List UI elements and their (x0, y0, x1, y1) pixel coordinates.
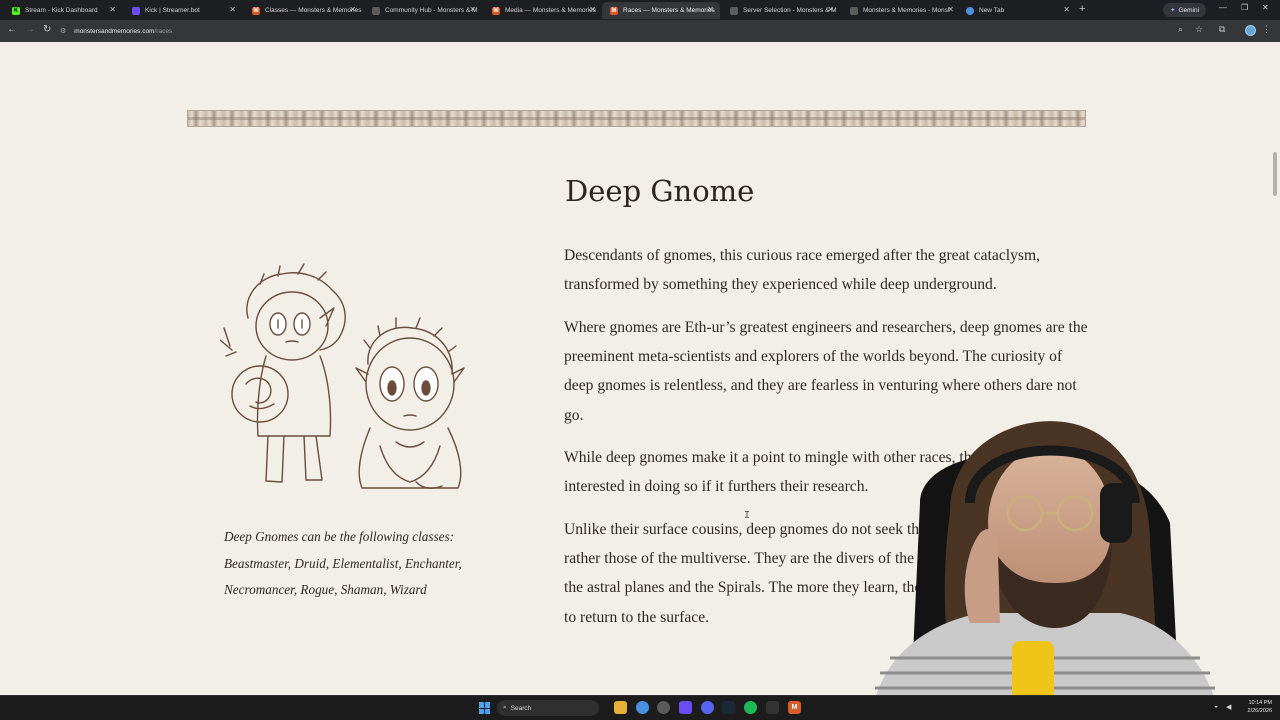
back-icon[interactable]: ← (7, 24, 17, 35)
tab-label: Monsters & Memories - Monst (863, 7, 950, 14)
mnm-icon: M (492, 6, 500, 15)
volume-icon[interactable]: ◀ (1226, 703, 1231, 711)
obs-icon[interactable] (657, 701, 670, 714)
tab-label: Community Hub - Monsters & M (385, 7, 478, 14)
search-icon: ⌕ (503, 704, 507, 711)
extensions-icon[interactable]: ⧉ (1219, 24, 1225, 35)
kick-icon: K (12, 6, 20, 15)
close-icon[interactable]: ✕ (1063, 5, 1070, 14)
restore-icon[interactable]: ❐ (1241, 3, 1248, 12)
clock-time: 10:14 PM (1248, 700, 1272, 706)
close-icon[interactable]: ✕ (827, 5, 834, 14)
tab-kick-dashboard[interactable]: K Stream - Kick Dashboard ✕ (4, 2, 122, 19)
chrome-icon (966, 6, 974, 15)
system-clock[interactable]: 10:14 PM 2/26/2026 (1240, 700, 1272, 715)
race-title: Deep Gnome (565, 174, 755, 208)
page-icon (372, 6, 380, 15)
race-paragraph: Descendants of gnomes, this curious race… (564, 247, 1040, 294)
mnm-icon[interactable]: M (788, 701, 801, 714)
reload-icon[interactable]: ↻ (43, 24, 51, 35)
close-icon[interactable]: ✕ (707, 5, 714, 14)
close-icon[interactable]: ✕ (349, 5, 356, 14)
site-info-icon[interactable]: ⚙ (60, 27, 66, 35)
chrome-icon[interactable] (636, 701, 649, 714)
taskbar-search[interactable]: ⌕ Search (497, 700, 599, 716)
file-explorer-icon[interactable] (614, 701, 627, 714)
sparkle-icon: ✦ (1170, 7, 1176, 14)
address-bar[interactable]: ⚙ monstersandmemories.com/races (60, 23, 1160, 39)
tab-label: Classes — Monsters & Memories (265, 7, 362, 14)
tab-label: Kick | Streamer.bot (145, 7, 200, 14)
gemini-label: Gemini (1178, 6, 1200, 14)
close-icon[interactable]: ✕ (947, 5, 954, 14)
network-icon[interactable]: ◒ (1214, 703, 1218, 710)
close-icon[interactable]: ✕ (229, 5, 236, 14)
mnm-icon: M (610, 6, 618, 15)
page-icon (730, 6, 738, 15)
start-icon[interactable] (479, 702, 491, 714)
deep-gnome-illustration (220, 263, 465, 489)
tab-label: Media — Monsters & Memories (505, 7, 597, 14)
browser-tab-strip: K Stream - Kick Dashboard ✕ Kick | Strea… (0, 0, 1280, 20)
discord-icon[interactable] (701, 701, 714, 714)
close-icon[interactable]: ✕ (109, 5, 116, 14)
steam-icon[interactable] (722, 701, 735, 714)
tab-classes[interactable]: M Classes — Monsters & Memories ✕ (244, 2, 362, 19)
streamerbot-icon (132, 6, 140, 15)
tab-new-tab[interactable]: New Tab ✕ (958, 2, 1076, 19)
new-tab-button[interactable]: + (1079, 3, 1085, 15)
gemini-button[interactable]: ✦ Gemini (1163, 3, 1207, 17)
page-scrollbar[interactable] (1270, 42, 1280, 695)
app-icon[interactable] (766, 701, 779, 714)
tab-label: Stream - Kick Dashboard (25, 7, 98, 14)
race-classes-note: Deep Gnomes can be the following classes… (224, 529, 462, 597)
tab-label: Server Selection - Monsters & M (743, 7, 837, 14)
menu-icon[interactable]: ⋮ (1262, 24, 1271, 35)
clock-date: 2/26/2026 (1247, 707, 1272, 714)
tab-server-selection[interactable]: Server Selection - Monsters & M ✕ (722, 2, 840, 19)
webcam-overlay (870, 421, 1220, 720)
bookmark-star-icon[interactable]: ☆ (1195, 24, 1203, 35)
close-window-icon[interactable]: ✕ (1262, 3, 1269, 12)
forward-icon[interactable]: → (25, 24, 35, 35)
url-host: monstersandmemories.com (74, 27, 155, 35)
close-icon[interactable]: ✕ (589, 5, 596, 14)
mnm-icon: M (252, 6, 260, 15)
spotify-icon[interactable] (744, 701, 757, 714)
scrollbar-thumb[interactable] (1273, 152, 1277, 196)
tab-label: New Tab (979, 7, 1005, 14)
ornamental-divider (187, 110, 1086, 127)
browser-toolbar: ← → ↻ ⚙ monstersandmemories.com/races ⌕ … (0, 20, 1280, 42)
tab-media[interactable]: M Media — Monsters & Memories ✕ (484, 2, 602, 19)
close-icon[interactable]: ✕ (469, 5, 476, 14)
profile-avatar[interactable] (1245, 25, 1256, 36)
taskbar-search-label: Search (510, 704, 532, 712)
streamerbot-icon[interactable] (679, 701, 692, 714)
text-cursor-icon: I (744, 510, 751, 521)
tab-community-hub[interactable]: Community Hub - Monsters & M ✕ (364, 2, 482, 19)
page-icon (850, 6, 858, 15)
tab-races[interactable]: M Races — Monsters & Memories ✕ (602, 2, 720, 19)
zoom-icon[interactable]: ⌕ (1178, 24, 1183, 35)
minimize-icon[interactable]: — (1219, 3, 1227, 12)
url-path: /races (154, 27, 173, 35)
tab-monsters-memories[interactable]: Monsters & Memories - Monst ✕ (842, 2, 960, 19)
tab-label: Races — Monsters & Memories (623, 7, 715, 14)
windows-taskbar: ⌕ Search M ◒ ◀ 10:14 PM 2/26/2026 (0, 695, 1280, 720)
tab-streamerbot[interactable]: Kick | Streamer.bot ✕ (124, 2, 242, 19)
